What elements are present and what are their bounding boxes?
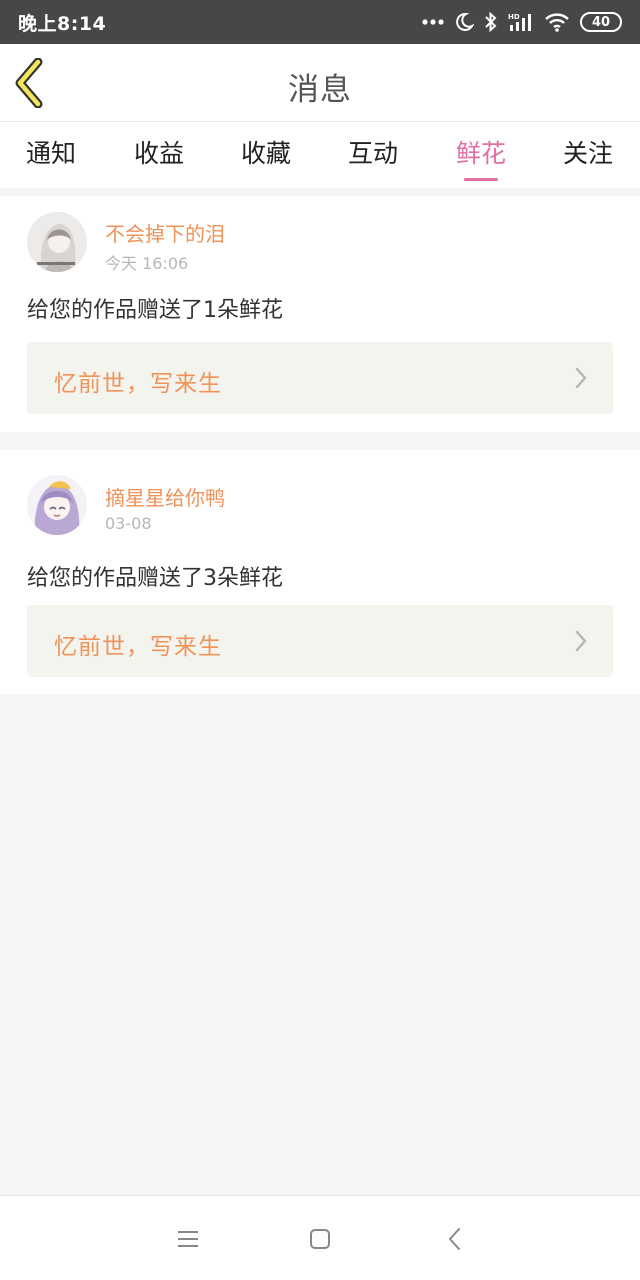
tab-label: 互动 (347, 139, 398, 168)
hd-signal-icon: HD (508, 12, 534, 32)
tab-favorites[interactable]: 收藏 (221, 134, 311, 184)
work-link[interactable]: 忆前世，写来生 (27, 342, 613, 414)
sender-name[interactable]: 摘星星给你鸭 (105, 482, 225, 511)
tab-bar: 通知 收益 收藏 互动 鲜花 关注 (0, 122, 640, 188)
message-time: 今天 16:06 (105, 254, 189, 273)
tab-earnings[interactable]: 收益 (114, 134, 204, 184)
message-text: 给您的作品赠送了3朵鲜花 (27, 566, 283, 591)
status-icons: HD 40 (422, 12, 622, 32)
tab-flowers[interactable]: 鲜花 (436, 134, 526, 184)
back-triangle-icon[interactable] (444, 1226, 468, 1252)
sender-name[interactable]: 不会掉下的泪 (105, 218, 225, 247)
work-title: 忆前世，写来生 (54, 634, 222, 660)
message-text: 给您的作品赠送了1朵鲜花 (27, 298, 283, 323)
tab-label: 通知 (25, 139, 76, 168)
status-time: 晚上8:14 (18, 12, 107, 35)
tab-interactions[interactable]: 互动 (328, 134, 418, 184)
tab-notifications[interactable]: 通知 (6, 134, 96, 184)
bluetooth-icon (484, 12, 498, 32)
svg-text:HD: HD (508, 13, 520, 21)
battery-icon: 40 (580, 12, 622, 32)
app-header: 消息 (0, 44, 640, 122)
tab-label: 关注 (562, 139, 613, 168)
work-link[interactable]: 忆前世，写来生 (27, 605, 613, 677)
tab-following[interactable]: 关注 (543, 134, 633, 184)
chevron-right-icon (575, 630, 587, 656)
menu-icon[interactable] (176, 1226, 200, 1252)
message-card: 摘星星给你鸭 03-08 给您的作品赠送了3朵鲜花 忆前世，写来生 (0, 450, 640, 694)
wifi-icon (544, 12, 570, 32)
avatar[interactable] (27, 475, 87, 535)
message-card: 不会掉下的泪 今天 16:06 给您的作品赠送了1朵鲜花 忆前世，写来生 (0, 196, 640, 432)
status-bar: 晚上8:14 HD 40 (0, 0, 640, 44)
page-title: 消息 (288, 72, 352, 108)
chevron-right-icon (575, 367, 587, 393)
moon-icon (454, 12, 474, 32)
tab-label: 鲜花 (455, 139, 506, 168)
tab-label: 收益 (133, 139, 184, 168)
work-title: 忆前世，写来生 (54, 371, 222, 397)
more-dots-icon (422, 19, 444, 25)
home-square-icon[interactable] (308, 1226, 332, 1252)
tab-label: 收藏 (240, 139, 291, 168)
message-time: 03-08 (105, 514, 152, 533)
avatar[interactable] (27, 212, 87, 272)
active-tab-indicator (464, 178, 498, 181)
system-nav-bar (0, 1195, 640, 1280)
